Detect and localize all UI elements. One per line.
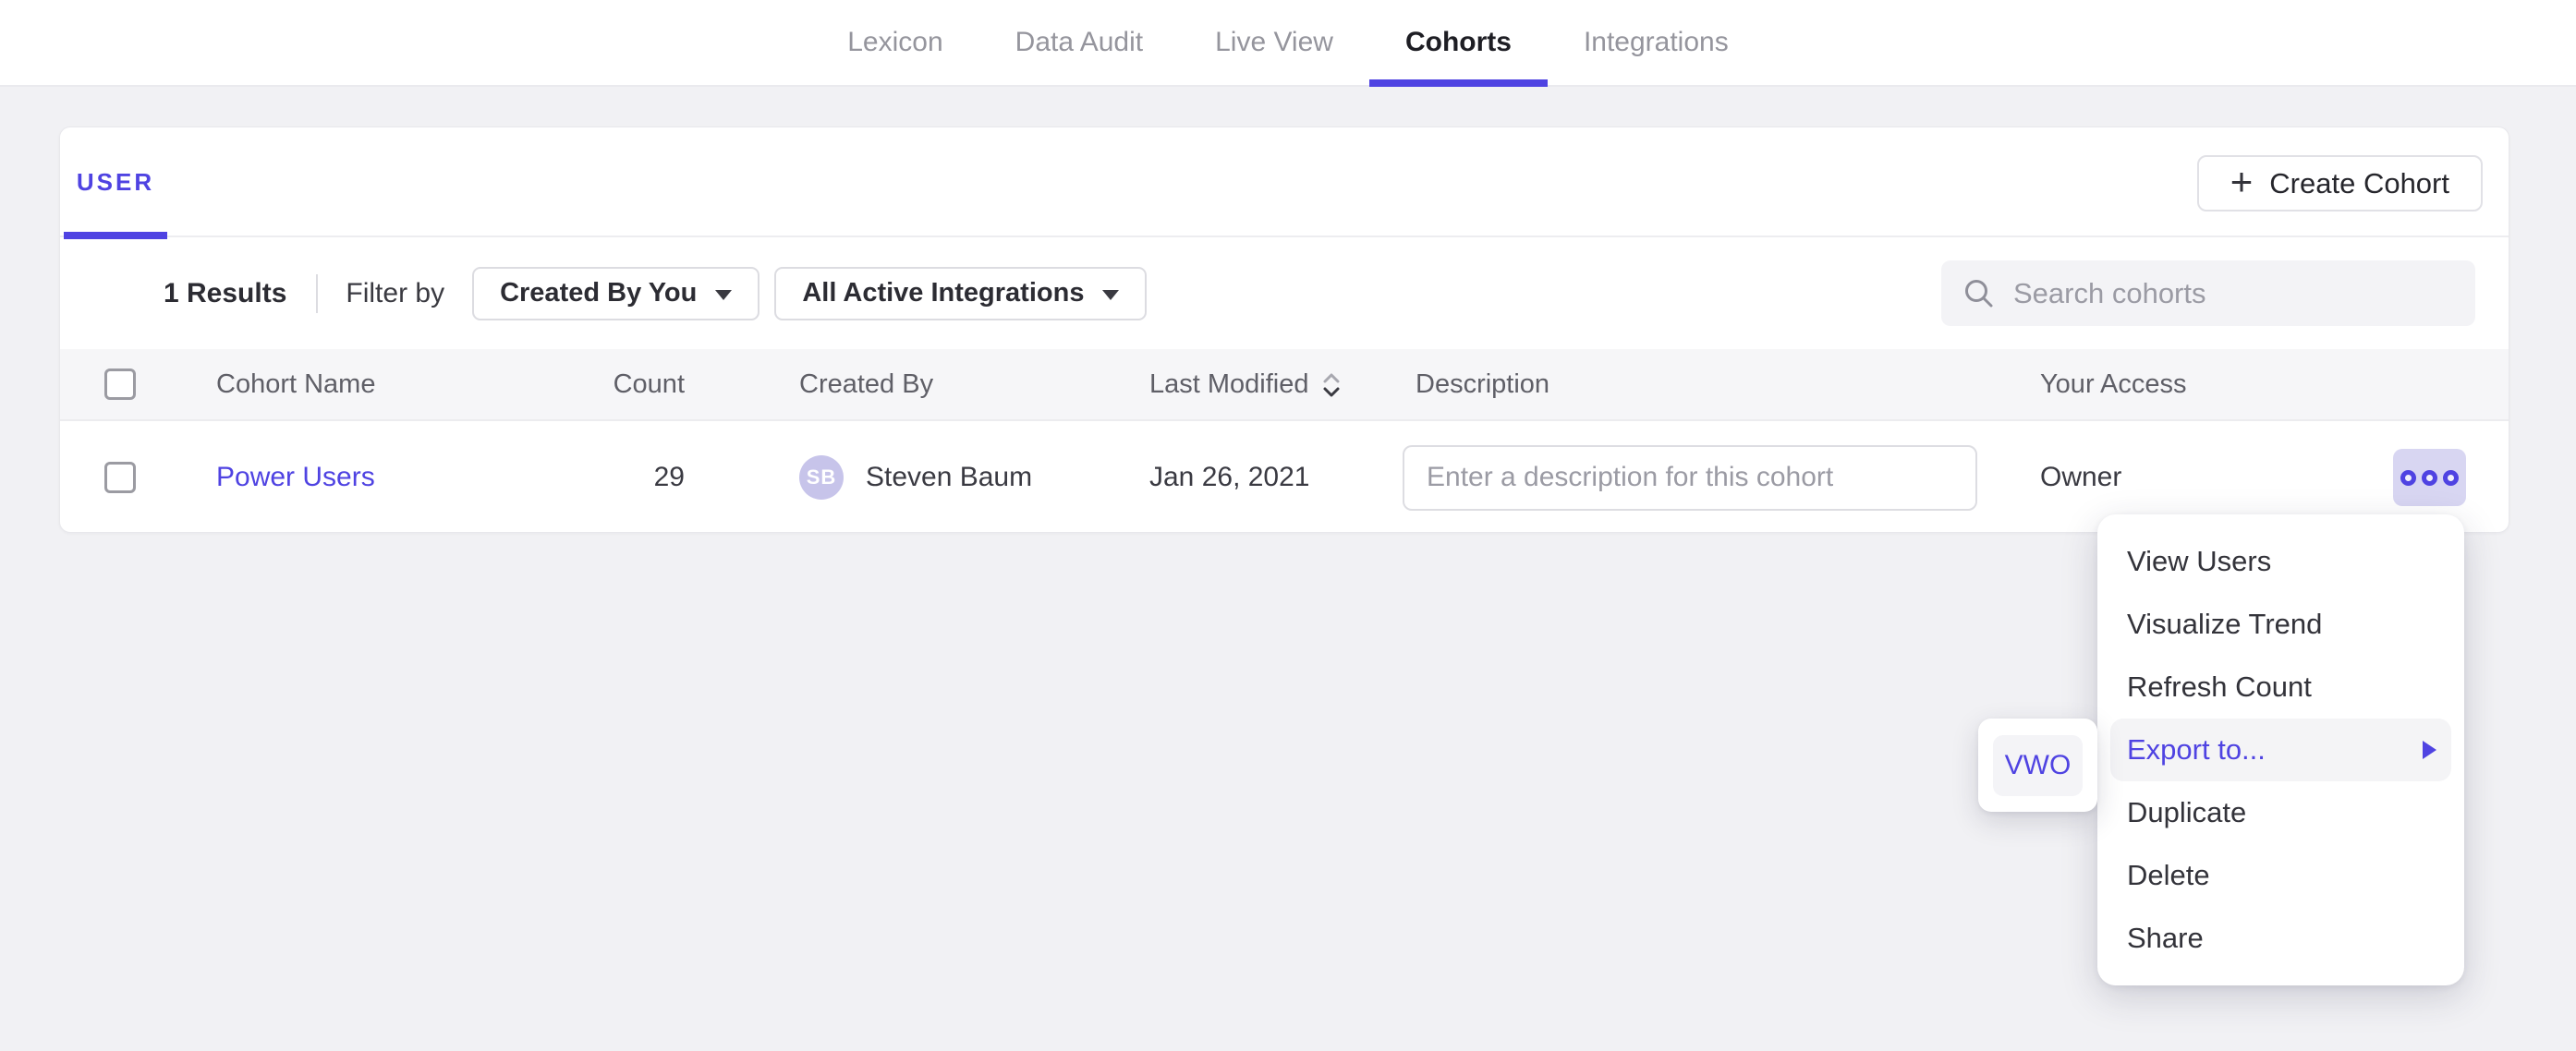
access-value: Owner [2040, 462, 2393, 493]
integrations-filter-dropdown[interactable]: All Active Integrations [774, 267, 1147, 320]
nav-tab-integrations[interactable]: Integrations [1548, 0, 1765, 85]
filter-row: 1 Results Filter by Created By You All A… [60, 237, 2509, 349]
header-checkbox-cell [60, 368, 216, 400]
sort-icon[interactable] [1320, 370, 1343, 400]
avatar: SB [799, 455, 844, 500]
description-input[interactable] [1403, 445, 1977, 511]
select-all-checkbox[interactable] [104, 368, 136, 400]
column-header-description[interactable]: Description [1403, 369, 2040, 400]
nav-tab-cohorts[interactable]: Cohorts [1369, 0, 1548, 85]
export-to-label: Export to... [2127, 733, 2266, 767]
plus-icon: + [2230, 163, 2254, 201]
caret-down-icon [1102, 290, 1119, 300]
menu-item-refresh-count[interactable]: Refresh Count [2097, 656, 2464, 719]
created-by-name: Steven Baum [866, 462, 1032, 493]
menu-item-share[interactable]: Share [2097, 907, 2464, 970]
column-header-cohort-name[interactable]: Cohort Name [216, 369, 549, 400]
menu-item-export-to[interactable]: Export to... [2110, 719, 2451, 781]
column-header-count[interactable]: Count [549, 369, 685, 400]
submenu-option-vwo[interactable]: VWO [1993, 735, 2083, 796]
column-header-created-by[interactable]: Created By [685, 369, 1149, 400]
vertical-divider [316, 274, 318, 313]
cohorts-page: Lexicon Data Audit Live View Cohorts Int… [0, 0, 2576, 1051]
search-input[interactable] [2013, 277, 2455, 310]
nav-tab-lexicon[interactable]: Lexicon [811, 0, 978, 85]
column-header-your-access[interactable]: Your Access [2040, 369, 2393, 400]
results-count: 1 Results [164, 278, 286, 309]
created-by-filter-value: Created By You [500, 278, 697, 308]
search-cohorts-box[interactable] [1941, 260, 2475, 326]
menu-item-delete[interactable]: Delete [2097, 844, 2464, 907]
row-actions-menu: View Users Visualize Trend Refresh Count… [2097, 514, 2464, 985]
create-cohort-button[interactable]: + Create Cohort [2197, 155, 2483, 211]
export-submenu: VWO [1978, 719, 2097, 812]
menu-item-visualize-trend[interactable]: Visualize Trend [2097, 593, 2464, 656]
created-by-filter-dropdown[interactable]: Created By You [472, 267, 759, 320]
nav-tab-data-audit[interactable]: Data Audit [979, 0, 1179, 85]
column-header-last-modified[interactable]: Last Modified [1149, 368, 1403, 400]
cohort-name-link[interactable]: Power Users [216, 462, 375, 492]
ellipsis-icon [2400, 470, 2416, 486]
row-checkbox-cell [60, 462, 216, 493]
filter-by-label: Filter by [346, 278, 444, 309]
nav-tab-live-view[interactable]: Live View [1179, 0, 1369, 85]
top-navigation: Lexicon Data Audit Live View Cohorts Int… [0, 0, 2576, 87]
chevron-right-icon [2423, 741, 2436, 759]
row-checkbox[interactable] [104, 462, 136, 493]
last-modified-label: Last Modified [1149, 369, 1309, 400]
menu-item-view-users[interactable]: View Users [2097, 530, 2464, 593]
tab-user[interactable]: USER [64, 127, 167, 237]
search-icon [1962, 276, 1997, 311]
create-cohort-label: Create Cohort [2269, 167, 2449, 200]
last-modified-value: Jan 26, 2021 [1149, 462, 1403, 493]
created-by-cell: SB Steven Baum [685, 455, 1149, 500]
caret-down-icon [715, 290, 732, 300]
cohort-count: 29 [549, 462, 685, 493]
row-actions-button[interactable] [2393, 449, 2466, 506]
cohort-type-tabs-row: USER + Create Cohort [60, 127, 2509, 237]
ellipsis-icon [2422, 470, 2437, 486]
ellipsis-icon [2443, 470, 2459, 486]
cohorts-card: USER + Create Cohort 1 Results Filter by… [59, 127, 2509, 533]
table-header: Cohort Name Count Created By Last Modifi… [60, 349, 2509, 421]
menu-item-duplicate[interactable]: Duplicate [2097, 781, 2464, 844]
integrations-filter-value: All Active Integrations [802, 278, 1084, 308]
